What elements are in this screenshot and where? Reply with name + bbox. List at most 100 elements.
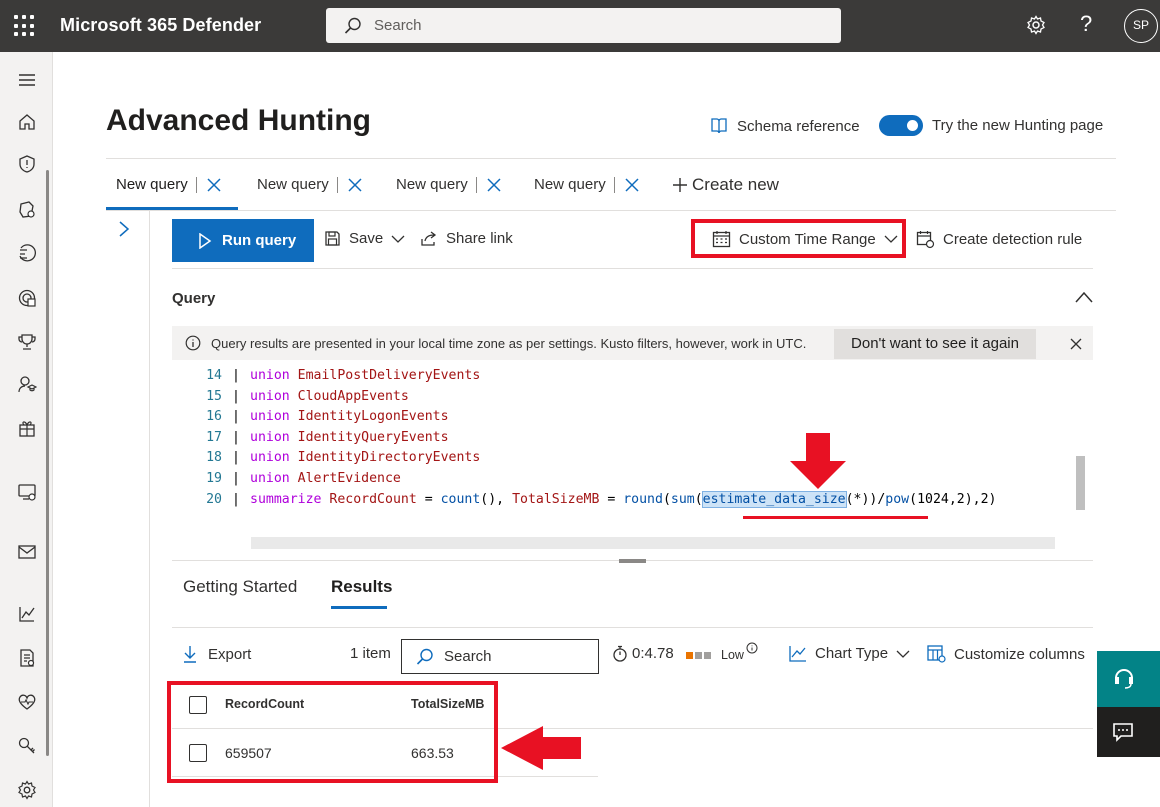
query-tab-4[interactable]: New query [534, 176, 640, 193]
tab-separator [613, 176, 615, 193]
highlighted-function: estimate_data_size [701, 490, 847, 508]
close-icon[interactable] [206, 177, 222, 193]
divider [172, 627, 1093, 628]
create-detection-rule-button[interactable]: Create detection rule [916, 230, 1082, 249]
close-icon[interactable] [624, 177, 640, 193]
left-nav [0, 52, 53, 807]
customize-columns-button[interactable]: Customize columns [927, 645, 1085, 663]
close-icon[interactable] [1069, 337, 1083, 351]
code-line: 14 | union EmailPostDeliveryEvents [206, 368, 481, 383]
trials-icon[interactable] [17, 418, 37, 438]
search-placeholder: Search [374, 17, 422, 34]
time-range-dropdown[interactable]: Custom Time Range [712, 230, 898, 248]
create-new-label: Create new [692, 175, 779, 194]
results-search-input[interactable]: Search [401, 639, 599, 674]
email-icon[interactable] [17, 542, 37, 562]
save-label: Save [349, 230, 384, 247]
chart-type-dropdown[interactable]: Chart Type [789, 645, 910, 662]
save-icon [324, 230, 341, 247]
divider [172, 268, 1093, 269]
permissions-icon[interactable] [17, 736, 37, 756]
close-icon[interactable] [347, 177, 363, 193]
query-tab-label: New query [396, 176, 468, 193]
incidents-icon[interactable] [17, 200, 37, 220]
resource-usage-label: Low [721, 648, 744, 662]
line-chart-icon [789, 645, 807, 662]
nav-scrollbar[interactable] [46, 170, 49, 756]
reports-icon[interactable] [17, 604, 37, 624]
create-new-button[interactable]: Create new [672, 175, 779, 195]
health-icon[interactable] [17, 692, 37, 712]
audit-icon[interactable] [17, 648, 37, 668]
query-tab-1[interactable]: New query [116, 176, 222, 193]
new-hunting-toggle[interactable] [879, 115, 923, 136]
query-editor[interactable]: 14 | union EmailPostDeliveryEvents 15 | unio… [172, 368, 1078, 528]
tab-results[interactable]: Results [331, 577, 392, 597]
divider [106, 158, 1116, 159]
tab-separator [475, 176, 477, 193]
code-line: 18 | union IdentityDirectoryEvents [206, 450, 481, 465]
calendar-icon [712, 230, 731, 248]
query-tab-2[interactable]: New query [257, 176, 363, 193]
app-title[interactable]: Microsoft 365 Defender [60, 15, 261, 36]
duration-label: 0:4.78 [632, 645, 674, 662]
editor-horizontal-scrollbar[interactable] [251, 537, 1055, 549]
share-link-button[interactable]: Share link [420, 230, 513, 247]
app-launcher-icon[interactable] [14, 15, 36, 37]
schema-reference-label: Schema reference [737, 117, 860, 135]
pane-resize-handle[interactable] [619, 559, 646, 563]
create-detection-rule-label: Create detection rule [943, 231, 1083, 248]
learning-hub-icon[interactable] [17, 374, 37, 394]
close-icon[interactable] [486, 177, 502, 193]
assets-icon[interactable] [17, 482, 37, 502]
dont-show-again-button[interactable]: Don't want to see it again [834, 329, 1036, 359]
code-line: 20 | summarize RecordCount = count(), Tota… [206, 490, 997, 508]
query-tab-label: New query [257, 176, 329, 193]
settings-icon[interactable] [17, 780, 37, 800]
stopwatch-icon [612, 645, 628, 662]
secure-score-icon[interactable] [17, 332, 37, 352]
info-icon[interactable] [746, 642, 758, 654]
threat-analytics-icon[interactable] [17, 288, 37, 308]
hunting-icon[interactable] [17, 244, 37, 264]
gear-icon[interactable] [1026, 15, 1046, 35]
chevron-down-icon [884, 234, 898, 244]
share-icon [420, 230, 438, 247]
feedback-button[interactable] [1097, 707, 1160, 757]
query-tab-label: New query [116, 176, 188, 193]
info-banner-text: Query results are presented in your loca… [211, 336, 807, 351]
shield-icon[interactable] [17, 154, 37, 174]
query-section-label: Query [172, 290, 216, 307]
annotation-underline [743, 516, 928, 519]
chevron-right-icon[interactable] [117, 220, 131, 238]
export-button[interactable]: Export [182, 645, 251, 663]
run-query-label: Run query [222, 232, 297, 249]
time-range-label: Custom Time Range [739, 230, 876, 248]
detection-rule-icon [916, 230, 935, 249]
code-line: 17 | union IdentityQueryEvents [206, 429, 449, 445]
support-button[interactable] [1097, 651, 1160, 707]
save-button[interactable]: Save [324, 230, 405, 247]
chevron-up-icon[interactable] [1074, 290, 1094, 304]
chart-type-label: Chart Type [815, 645, 889, 662]
panel-divider [149, 211, 150, 807]
home-icon[interactable] [17, 112, 37, 132]
headset-icon [1115, 669, 1133, 689]
annotation-arrow-left [499, 724, 583, 772]
avatar[interactable]: SP [1124, 9, 1158, 43]
query-tab-3[interactable]: New query [396, 176, 502, 193]
hamburger-icon[interactable] [17, 70, 37, 90]
divider [106, 210, 1116, 211]
help-icon[interactable]: ? [1080, 11, 1092, 37]
share-link-label: Share link [446, 230, 513, 247]
schema-reference-link[interactable]: Schema reference [710, 117, 860, 135]
plus-icon [672, 177, 688, 193]
tab-getting-started[interactable]: Getting Started [183, 577, 297, 597]
query-duration: 0:4.78 [612, 645, 674, 662]
annotation-box [167, 681, 498, 783]
export-label: Export [208, 645, 252, 663]
editor-vertical-scrollbar[interactable] [1076, 456, 1085, 510]
global-search-input[interactable]: Search [326, 8, 841, 43]
chat-icon [1113, 723, 1133, 742]
run-query-button[interactable]: Run query [172, 219, 314, 262]
